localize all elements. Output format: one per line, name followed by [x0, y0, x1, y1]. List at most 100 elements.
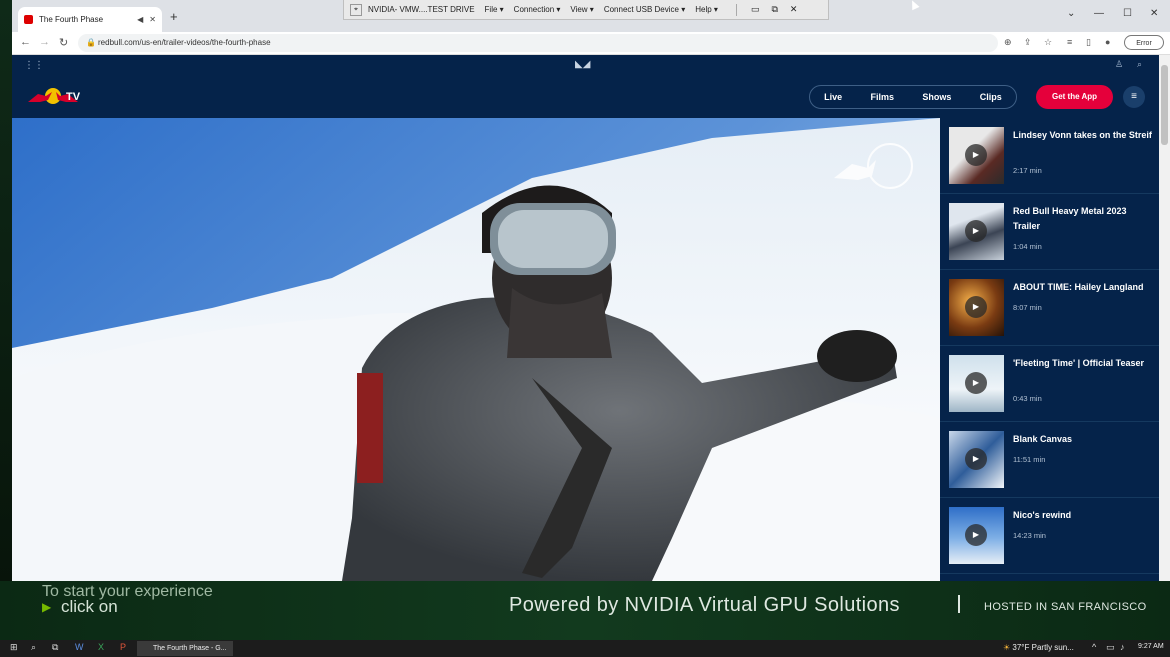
browser-window: The Fourth Phase ◀ ✕ + ⌄ — ☐ ✕ ← → ↻ 🔒 r…	[12, 0, 1170, 581]
list-item[interactable]: ▶ Lindsey Vonn takes on the Streif 2:17 …	[940, 118, 1159, 194]
close-window-icon[interactable]: ✕	[1150, 8, 1158, 19]
nav-live[interactable]: Live	[824, 92, 842, 102]
forward-icon[interactable]: →	[39, 36, 50, 48]
back-icon[interactable]: ←	[20, 36, 31, 48]
list-item[interactable]: ▶ Blank Canvas 11:51 min	[940, 422, 1159, 498]
task-view-icon[interactable]: ⧉	[52, 642, 58, 653]
word-icon[interactable]: W	[75, 642, 84, 652]
list-item[interactable]: ▶ ABOUT TIME: Hailey Langland 8:07 min	[940, 270, 1159, 346]
utility-bar: ⋮⋮ ◣◢ ♙ ⌕	[12, 55, 1159, 78]
video-duration: 0:43 min	[1013, 394, 1042, 403]
video-thumbnail[interactable]: ▶	[949, 279, 1004, 336]
toolbar-divider	[735, 3, 737, 16]
nav-clips[interactable]: Clips	[980, 92, 1002, 102]
video-thumbnail[interactable]: ▶	[949, 203, 1004, 260]
side-panel-icon[interactable]: ▯	[1086, 37, 1091, 48]
video-title[interactable]: Lindsey Vonn takes on the Streif	[1013, 128, 1155, 143]
menu-help[interactable]: Help ▾	[695, 5, 718, 14]
get-the-app-button[interactable]: Get the App	[1036, 85, 1113, 109]
video-duration: 11:51 min	[1013, 455, 1046, 464]
page-scrollbar[interactable]	[1159, 55, 1170, 581]
weather-sun-icon: ☀	[1003, 643, 1011, 652]
weather-widget[interactable]: ☀ 37°F Partly sun...	[1003, 643, 1074, 652]
bookmark-star-icon[interactable]: ☆	[1044, 37, 1052, 48]
install-icon[interactable]: ⊕	[1004, 37, 1012, 48]
play-arrow-icon: ▶	[42, 600, 52, 614]
video-duration: 14:23 min	[1013, 531, 1046, 540]
list-item[interactable]: ▶ Red Bull Heavy Metal 2023 Trailer 1:04…	[940, 194, 1159, 270]
nav-shows[interactable]: Shows	[922, 92, 951, 102]
play-icon[interactable]: ▶	[965, 296, 987, 318]
address-bar[interactable]: 🔒 redbull.com/us-en/trailer-videos/the-f…	[78, 34, 998, 52]
reload-icon[interactable]: ↻	[59, 36, 68, 49]
video-title[interactable]: Blank Canvas	[1013, 432, 1155, 447]
desktop-background	[0, 0, 12, 640]
start-icon[interactable]: ⊞	[10, 642, 18, 653]
remote-session-toolbar: ⌖ NVIDIA- VMW....TEST DRIVE File ▾ Conne…	[343, 0, 829, 20]
remote-minimize-icon[interactable]: ▭	[751, 4, 760, 15]
weather-text: 37°F Partly sun...	[1012, 643, 1074, 652]
volume-icon[interactable]: ♪	[1120, 642, 1125, 652]
powerpoint-icon[interactable]: P	[120, 642, 126, 652]
video-title[interactable]: ABOUT TIME: Hailey Langland	[1013, 280, 1155, 295]
play-icon[interactable]: ▶	[965, 448, 987, 470]
url-text: redbull.com/us-en/trailer-videos/the-fou…	[98, 38, 271, 47]
audio-icon[interactable]: ◀	[137, 15, 143, 24]
close-tab-icon[interactable]: ✕	[149, 15, 156, 24]
menu-view[interactable]: View ▾	[570, 5, 593, 14]
banner-line-2: click on	[61, 597, 118, 616]
video-duration: 1:04 min	[1013, 242, 1042, 251]
maximize-icon[interactable]: ☐	[1123, 8, 1132, 19]
tab-search-icon[interactable]: ⌄	[1067, 8, 1075, 19]
windows-taskbar: ⊞ ⌕ ⧉ W X P The Fourth Phase - G... ☀ 37…	[0, 640, 1170, 657]
clock[interactable]: 9:27 AM	[1138, 643, 1164, 650]
menu-connect-usb[interactable]: Connect USB Device ▾	[604, 5, 685, 14]
play-icon[interactable]: ▶	[965, 372, 987, 394]
remote-session-title: NVIDIA- VMW....TEST DRIVE	[368, 5, 475, 14]
redbull-tv-logo[interactable]: TV	[26, 86, 82, 108]
scrollbar-thumb[interactable]	[1161, 65, 1168, 145]
hamburger-menu-icon[interactable]: ≡	[1123, 86, 1145, 108]
network-icon[interactable]: ▭	[1106, 642, 1115, 653]
remote-close-icon[interactable]: ✕	[790, 4, 798, 15]
up-next-playlist: ▶ Lindsey Vonn takes on the Streif 2:17 …	[940, 118, 1159, 581]
video-title[interactable]: 'Fleeting Time' | Official Teaser	[1013, 356, 1155, 371]
main-navigation: TV Live Films Shows Clips Get the App ≡	[12, 77, 1159, 118]
list-item[interactable]: ▶ 'Fleeting Time' | Official Teaser 0:43…	[940, 346, 1159, 422]
tray-chevron-icon[interactable]: ^	[1092, 642, 1096, 652]
profile-icon[interactable]: ●	[1105, 37, 1110, 47]
video-thumbnail[interactable]: ▶	[949, 431, 1004, 488]
menu-file[interactable]: File ▾	[485, 5, 504, 14]
minimize-icon[interactable]: —	[1094, 8, 1104, 19]
video-thumbnail[interactable]: ▶	[949, 355, 1004, 412]
apps-grid-icon[interactable]: ⋮⋮	[24, 60, 44, 71]
menu-connection[interactable]: Connection ▾	[514, 5, 561, 14]
video-duration: 2:17 min	[1013, 166, 1042, 175]
video-thumbnail[interactable]: ▶	[949, 507, 1004, 564]
new-tab-button[interactable]: +	[170, 9, 178, 24]
user-icon[interactable]: ♙	[1115, 59, 1123, 70]
browser-tab[interactable]: The Fourth Phase ◀ ✕	[18, 7, 162, 32]
search-icon[interactable]: ⌕	[1137, 59, 1142, 70]
list-item[interactable]: ▶ Nico's rewind 14:23 min	[940, 498, 1159, 574]
address-toolbar: ← → ↻ 🔒 redbull.com/us-en/trailer-videos…	[12, 32, 1170, 55]
play-icon[interactable]: ▶	[965, 144, 987, 166]
taskbar-chrome-app[interactable]: The Fourth Phase - G...	[137, 641, 233, 656]
video-title[interactable]: Red Bull Heavy Metal 2023 Trailer	[1013, 204, 1155, 234]
video-thumbnail[interactable]: ▶	[949, 127, 1004, 184]
video-title[interactable]: Nico's rewind	[1013, 508, 1155, 523]
video-player[interactable]	[12, 118, 940, 581]
red-bull-icon[interactable]: ◣◢	[575, 59, 590, 70]
reading-list-icon[interactable]: ≡	[1067, 37, 1072, 47]
excel-icon[interactable]: X	[98, 642, 104, 652]
pin-icon[interactable]: ⌖	[350, 3, 362, 16]
remote-restore-icon[interactable]: ⧉	[771, 4, 777, 15]
play-icon[interactable]: ▶	[965, 220, 987, 242]
nav-films[interactable]: Films	[871, 92, 895, 102]
video-duration: 8:07 min	[1013, 303, 1042, 312]
error-chip[interactable]: Error	[1124, 35, 1164, 50]
logo-tv-text: TV	[66, 91, 81, 103]
play-icon[interactable]: ▶	[965, 524, 987, 546]
share-icon[interactable]: ⇪	[1024, 37, 1032, 48]
taskbar-search-icon[interactable]: ⌕	[31, 642, 36, 653]
